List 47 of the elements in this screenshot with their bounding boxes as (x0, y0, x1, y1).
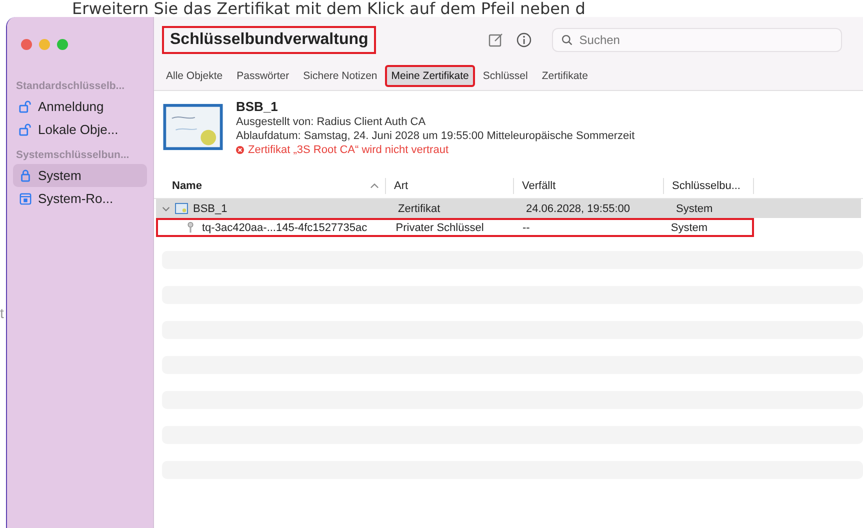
table-row[interactable]: tq-3ac420aa-...145-4fc1527735ac Privater Schlüssel -- System (156, 218, 754, 237)
sidebar-heading: Standardschlüsselb... (16, 80, 126, 92)
table-row[interactable]: BSB_1 Zertifikat 24.06.2028, 19:55:00 System (156, 199, 861, 218)
info-icon[interactable] (516, 32, 532, 48)
tab[interactable]: Zertifikate (536, 65, 594, 87)
column-header[interactable]: Schlüsselbu... (672, 180, 740, 192)
error-icon (236, 146, 244, 154)
table-cell: System (670, 222, 708, 234)
certificate-icon (162, 103, 224, 151)
text-fragment: t (0, 304, 5, 320)
column-header[interactable]: Verfällt (522, 180, 556, 192)
tab[interactable]: Passwörter (230, 65, 296, 87)
unlocked-padlock-icon (19, 123, 32, 136)
table-cell: BSB_1 (193, 202, 228, 214)
close-button[interactable] (21, 39, 32, 50)
sidebar-item[interactable]: System (13, 164, 147, 187)
table-cell: -- (522, 222, 530, 234)
search-field[interactable]: Suchen (552, 28, 842, 52)
issuer-text: Ausgestellt von: Radius Client Auth CA (236, 116, 427, 128)
tab[interactable]: Schlüssel (476, 65, 534, 87)
window-title: Schlüsselbundverwaltung (162, 26, 376, 54)
locked-cabinet-icon (19, 192, 32, 205)
caption-text: Erweitern Sie das Zertifikat mit dem Klick auf dem Pfeil neben d (71, 0, 586, 17)
tab[interactable]: Sichere Notizen (297, 65, 384, 87)
expiry-text: Ablaufdatum: Samstag, 24. Juni 2028 um 19:55:00 Mitteleuropäische Sommerzeit (236, 130, 635, 142)
tab[interactable]: Meine Zertifikate (385, 65, 475, 87)
sidebar-item[interactable]: Anmeldung (13, 95, 147, 118)
sidebar-heading: Systemschlüsselbun... (16, 149, 130, 161)
search-icon (561, 34, 574, 46)
sidebar-item[interactable]: System-Ro... (13, 187, 147, 210)
table-cell: System (676, 202, 713, 214)
column-header[interactable]: Art (394, 180, 408, 192)
padlock-icon (19, 169, 32, 182)
tab[interactable]: Alle Objekte (160, 65, 229, 87)
certificate-name: BSB_1 (236, 99, 279, 114)
table-cell: tq-3ac420aa-...145-4fc1527735ac (202, 222, 368, 234)
warning-text: Zertifikat „3S Root CA“ wird nicht vertraut (248, 144, 449, 156)
sidebar-item[interactable]: Lokale Obje... (13, 118, 147, 141)
edit-icon[interactable] (488, 32, 504, 48)
chevron-icon[interactable] (162, 204, 170, 212)
table-cell: Privater Schlüssel (396, 222, 484, 234)
column-header[interactable]: Name (172, 180, 202, 192)
table-cell: 24.06.2028, 19:55:00 (526, 202, 630, 214)
certificate-icon (175, 203, 188, 214)
table-cell: Zertifikat (398, 202, 440, 214)
sort-caret-icon[interactable] (370, 183, 379, 189)
unlocked-padlock-icon (19, 100, 32, 113)
